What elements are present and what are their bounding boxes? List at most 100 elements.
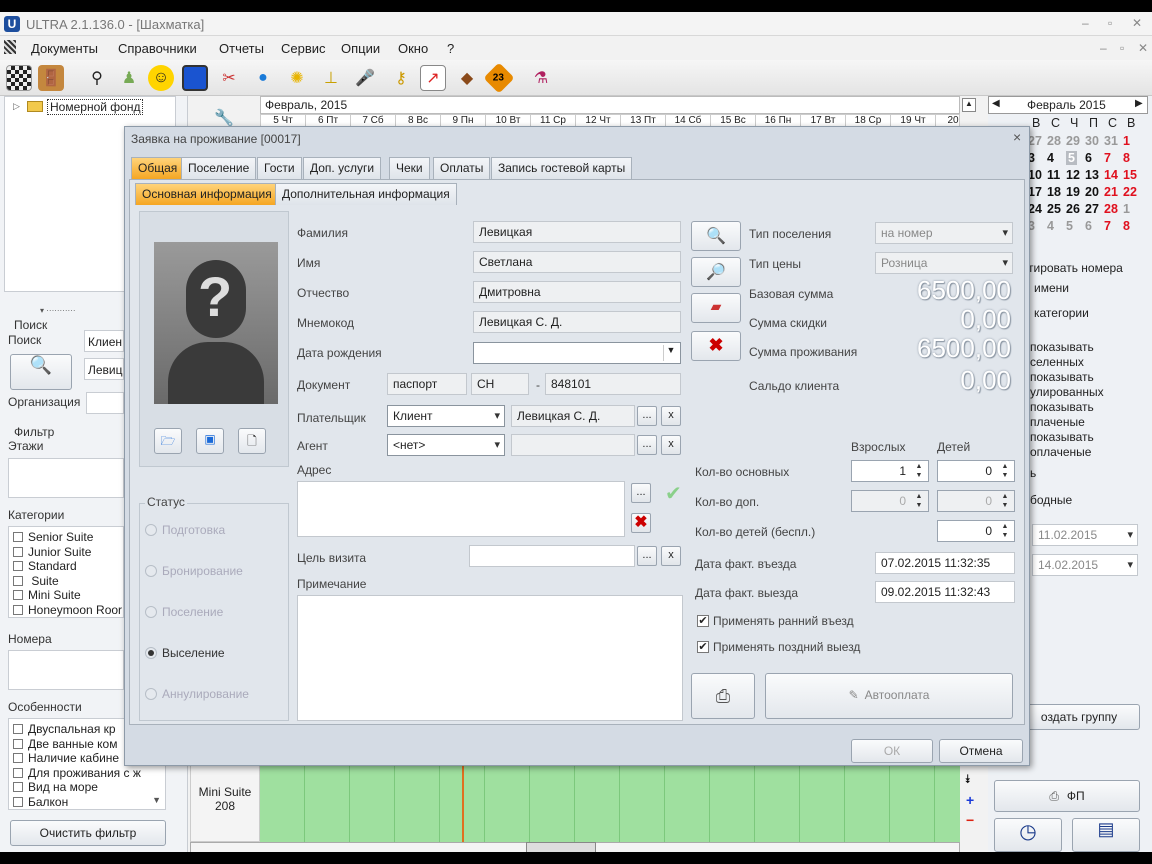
- extra-adults-spinner[interactable]: 0 ▲ ▼: [851, 490, 929, 512]
- tab-guest-card[interactable]: Запись гостевой карты: [491, 157, 633, 179]
- display-option-line[interactable]: показывать: [1030, 340, 1104, 355]
- calendar-day[interactable]: 26: [1066, 202, 1080, 216]
- clock-button[interactable]: ◷: [994, 818, 1062, 852]
- tree-item-room-fund[interactable]: Номерной фонд: [47, 99, 144, 115]
- spinner-arrows-icon[interactable]: ▲ ▼: [911, 492, 927, 510]
- document-series-field[interactable]: СН: [471, 373, 529, 395]
- sort-by-name-option[interactable]: имени: [1034, 281, 1069, 295]
- payer-type-select[interactable]: Клиент: [387, 405, 505, 427]
- mdi-close-icon[interactable]: ✕: [1138, 41, 1148, 55]
- purpose-field[interactable]: [469, 545, 635, 567]
- display-option-line[interactable]: плаченые: [1030, 415, 1104, 430]
- payer-clear-button[interactable]: x: [661, 406, 681, 426]
- status-radio-prep[interactable]: [145, 524, 157, 536]
- tab-receipts[interactable]: Чеки: [389, 157, 430, 179]
- zoom-out-icon[interactable]: −: [966, 812, 974, 828]
- clear-filter-button[interactable]: Очистить фильтр: [10, 820, 166, 846]
- splitter-handle[interactable]: ▾ ···········: [40, 306, 76, 315]
- agent-name-field[interactable]: [511, 434, 635, 456]
- tab-payments[interactable]: Оплаты: [433, 157, 491, 179]
- patronymic-field[interactable]: Дмитровна: [473, 281, 681, 303]
- tools-icon[interactable]: ✂: [216, 65, 242, 91]
- feature-item[interactable]: Для проживания с ж: [13, 766, 161, 781]
- main-children-spinner[interactable]: 0 ▲ ▼: [937, 460, 1015, 482]
- status-radio-cancel[interactable]: [145, 688, 157, 700]
- cancel-button[interactable]: Отмена: [939, 739, 1023, 763]
- agent-browse-button[interactable]: ...: [637, 435, 657, 455]
- calendar-day[interactable]: 8: [1123, 151, 1130, 165]
- calendar-day[interactable]: 27: [1085, 202, 1099, 216]
- close-icon[interactable]: ✕: [1132, 16, 1142, 30]
- search-guest-button[interactable]: 🔍: [691, 221, 741, 251]
- minimize-icon[interactable]: ‒: [1082, 16, 1089, 30]
- document-number-field[interactable]: 848101: [545, 373, 681, 395]
- mdi-icon[interactable]: [4, 40, 16, 54]
- subtab-main-info[interactable]: Основная информация: [135, 183, 279, 205]
- coin-icon[interactable]: ✺: [284, 65, 310, 91]
- calendar-day[interactable]: 13: [1085, 168, 1099, 182]
- scroll-down-icon[interactable]: ▼: [152, 795, 161, 805]
- display-option-line[interactable]: показывать: [1030, 430, 1104, 445]
- category-item[interactable]: Suite: [13, 574, 119, 589]
- booking-row[interactable]: [260, 762, 960, 842]
- zoom-in-icon[interactable]: +: [966, 792, 974, 808]
- category-item[interactable]: Honeymoon Roor: [13, 603, 122, 618]
- next-month-icon[interactable]: ▶: [1135, 98, 1143, 109]
- tab-extra-services[interactable]: Доп. услуги: [303, 157, 382, 179]
- chemistry-icon[interactable]: ⚗: [528, 65, 554, 91]
- calendar-day[interactable]: 21: [1104, 185, 1118, 199]
- display-option-line[interactable]: показывать: [1030, 370, 1104, 385]
- calendar-day[interactable]: 28: [1047, 134, 1061, 148]
- piano-icon[interactable]: ◆: [454, 65, 480, 91]
- display-options[interactable]: показывать селенных показывать улированных п…: [1030, 340, 1104, 460]
- calendar-day[interactable]: 8: [1123, 219, 1130, 233]
- tab-placement[interactable]: Поселение: [181, 157, 257, 179]
- date-to-field[interactable]: 14.02.2015: [1032, 554, 1138, 576]
- purpose-clear-button[interactable]: x: [661, 546, 681, 566]
- calendar-day[interactable]: 24: [1028, 202, 1042, 216]
- main-adults-spinner[interactable]: 1 ▲ ▼: [851, 460, 929, 482]
- calendar-day[interactable]: 11: [1047, 168, 1060, 182]
- user-icon[interactable]: ♟: [116, 65, 142, 91]
- free-children-spinner[interactable]: 0 ▲ ▼: [937, 520, 1015, 542]
- display-option-line[interactable]: селенных: [1030, 355, 1104, 370]
- spinner-arrows-icon[interactable]: ▲ ▼: [997, 462, 1013, 480]
- placement-type-select[interactable]: на номер: [875, 222, 1013, 244]
- note-field[interactable]: [297, 595, 683, 721]
- calendar-day[interactable]: 10: [1028, 168, 1042, 182]
- tab-general[interactable]: Общая: [131, 157, 185, 179]
- purpose-browse-button[interactable]: ...: [637, 546, 657, 566]
- calendar-day[interactable]: 22: [1123, 185, 1137, 199]
- chart-icon[interactable]: ↗: [420, 65, 446, 91]
- menu-help[interactable]: ?: [447, 41, 454, 56]
- chessboard-icon[interactable]: [6, 65, 32, 91]
- calendar-23-icon[interactable]: 23: [483, 62, 515, 94]
- calendar-day[interactable]: 25: [1047, 202, 1061, 216]
- load-photo-button[interactable]: 🗁: [154, 428, 182, 454]
- display-option-line[interactable]: показывать: [1030, 400, 1104, 415]
- category-item[interactable]: Mini Suite: [13, 588, 119, 603]
- fp-button[interactable]: ⎙ ФП: [994, 780, 1140, 812]
- address-field[interactable]: [297, 481, 625, 537]
- scroll-up-icon[interactable]: ▲: [962, 98, 976, 112]
- date-from-field[interactable]: 11.02.2015: [1032, 524, 1138, 546]
- menu-reports[interactable]: Отчеты: [219, 41, 264, 56]
- register-button[interactable]: ▤: [1072, 818, 1140, 852]
- status-radio-checkout[interactable]: [145, 647, 157, 659]
- category-item[interactable]: Senior Suite: [13, 530, 119, 545]
- menu-window[interactable]: Окно: [398, 41, 428, 56]
- status-radio-settle[interactable]: [145, 606, 157, 618]
- document-type-field[interactable]: паспорт: [387, 373, 467, 395]
- checkin-field[interactable]: 07.02.2015 11:32:35: [875, 552, 1015, 574]
- display-option-line[interactable]: улированных: [1030, 385, 1104, 400]
- hanger-icon[interactable]: ⚲: [84, 65, 110, 91]
- address-browse-button[interactable]: ...: [631, 483, 651, 503]
- collapse-icon[interactable]: ⯯: [964, 772, 971, 787]
- calendar-day[interactable]: 15: [1123, 168, 1137, 182]
- spinner-arrows-icon[interactable]: ▲ ▼: [911, 462, 927, 480]
- tab-guests[interactable]: Гости: [257, 157, 302, 179]
- remove-button[interactable]: ✖: [691, 331, 741, 361]
- rooms-list[interactable]: [8, 650, 124, 690]
- calendar-day[interactable]: 7: [1104, 219, 1111, 233]
- firstname-field[interactable]: Светлана: [473, 251, 681, 273]
